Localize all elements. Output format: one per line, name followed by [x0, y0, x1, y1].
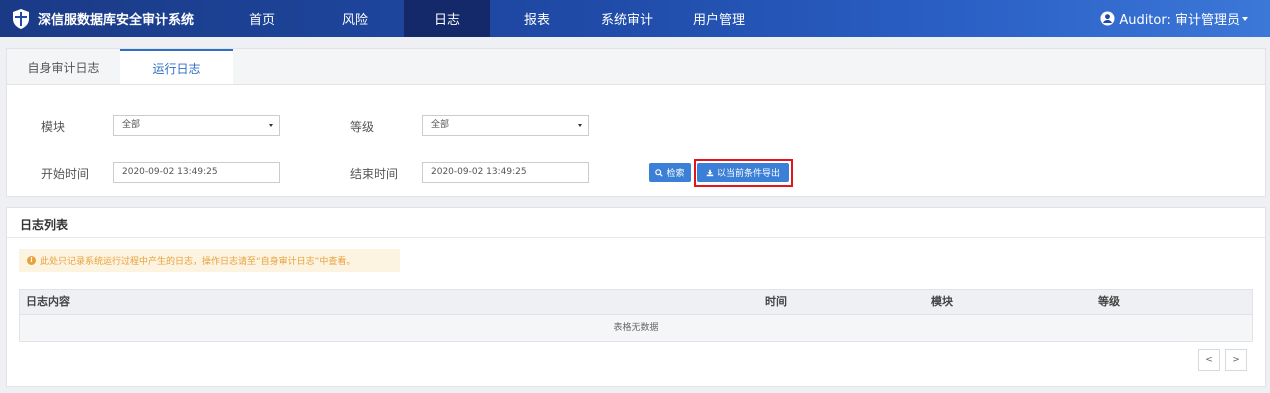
- brand: 深信服数据库安全审计系统: [0, 0, 222, 37]
- top-navbar: 深信服数据库安全审计系统 首页 风险 日志 报表 系统审计 用户管理 Audit…: [0, 0, 1270, 37]
- table-empty-row: 表格无数据: [19, 315, 1253, 342]
- log-tabs: 自身审计日志 运行日志: [6, 48, 1266, 86]
- export-button-highlight: [694, 159, 793, 187]
- start-time-label: 开始时间: [41, 167, 90, 181]
- pager-next-button[interactable]: >: [1225, 349, 1247, 371]
- nav-report[interactable]: 报表: [494, 0, 580, 37]
- user-label: Auditor: 审计管理员: [1119, 13, 1240, 28]
- start-time-input[interactable]: 2020-09-02 13:49:25: [113, 162, 280, 183]
- col-time[interactable]: 时间: [765, 290, 787, 314]
- nav-risk[interactable]: 风险: [315, 0, 395, 37]
- nav-system-audit[interactable]: 系统审计: [584, 0, 670, 37]
- search-button[interactable]: 检索: [649, 163, 691, 182]
- end-time-label: 结束时间: [350, 167, 399, 181]
- user-circle-icon: [1100, 11, 1115, 26]
- level-select-value: 全部: [431, 120, 450, 130]
- tab-self-audit-log[interactable]: 自身审计日志: [7, 49, 120, 85]
- user-menu[interactable]: Auditor: 审计管理员: [1100, 0, 1240, 37]
- chevron-down-icon[interactable]: [1242, 17, 1248, 21]
- shield-logo-icon: [13, 8, 29, 29]
- info-notice: ! 此处只记录系统运行过程中产生的日志，操作日志请至“自身审计日志”中查看。: [19, 249, 400, 272]
- search-button-label: 检索: [666, 169, 685, 179]
- app-title: 深信服数据库安全审计系统: [38, 13, 195, 28]
- module-select[interactable]: 全部: [113, 115, 280, 136]
- nav-log[interactable]: 日志: [404, 0, 490, 37]
- nav-home[interactable]: 首页: [222, 0, 302, 37]
- tab-running-log[interactable]: 运行日志: [120, 49, 233, 86]
- pager-prev-button[interactable]: <: [1198, 349, 1220, 371]
- col-log-content[interactable]: 日志内容: [26, 290, 70, 314]
- module-label: 模块: [41, 120, 66, 134]
- search-icon: [655, 168, 664, 177]
- level-label: 等级: [350, 120, 375, 134]
- col-level[interactable]: 等级: [1098, 290, 1120, 314]
- log-list-panel: 日志列表 ! 此处只记录系统运行过程中产生的日志，操作日志请至“自身审计日志”中…: [6, 207, 1266, 387]
- log-list-title: 日志列表: [20, 218, 69, 232]
- end-time-input[interactable]: 2020-09-02 13:49:25: [422, 162, 589, 183]
- chevron-down-icon: [578, 124, 582, 127]
- filter-panel: 模块 全部 等级 全部 开始时间 2020-09-02 13:49:25 结束时…: [6, 84, 1266, 197]
- module-select-value: 全部: [122, 120, 141, 130]
- level-select[interactable]: 全部: [422, 115, 589, 136]
- divider: [7, 237, 1265, 238]
- nav-user-management[interactable]: 用户管理: [676, 0, 762, 37]
- notice-text: 此处只记录系统运行过程中产生的日志，操作日志请至“自身审计日志”中查看。: [40, 257, 356, 267]
- col-module[interactable]: 模块: [931, 290, 953, 314]
- chevron-down-icon: [269, 124, 273, 127]
- table-header: 日志内容 时间 模块 等级: [19, 289, 1253, 315]
- info-icon: !: [27, 256, 36, 265]
